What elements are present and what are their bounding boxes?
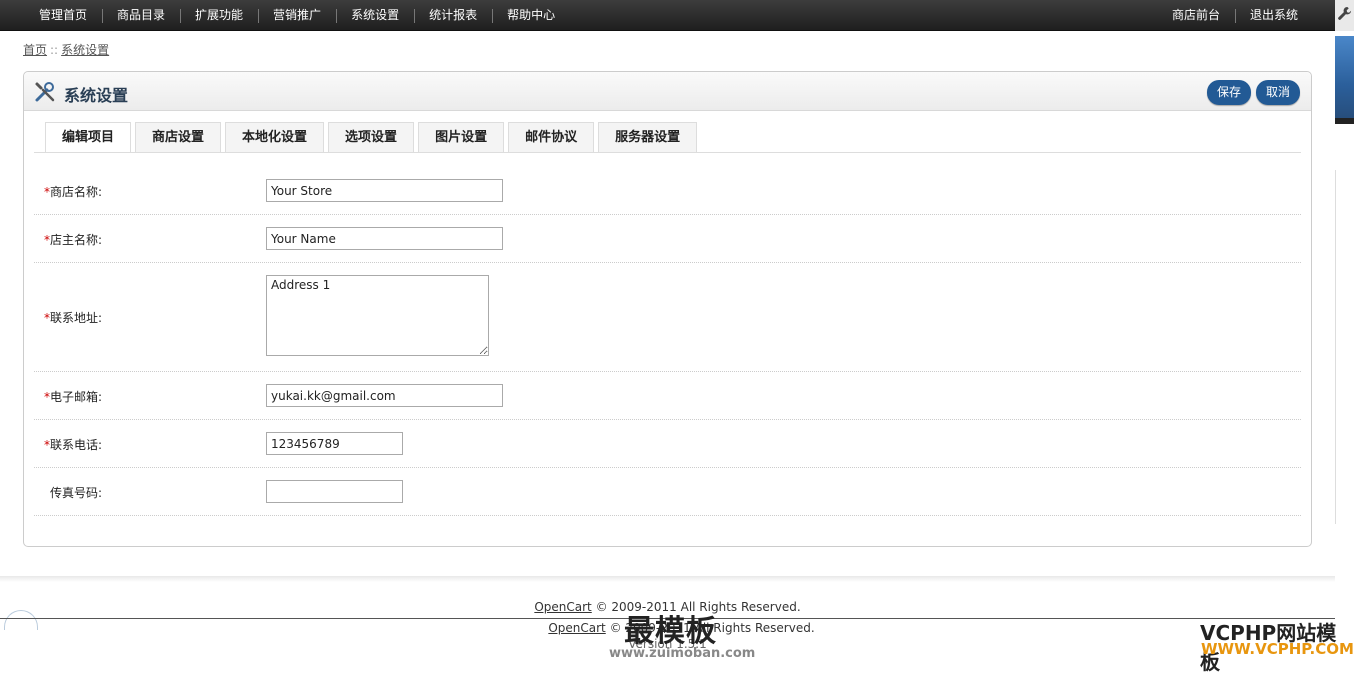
form-row-email: *电子邮箱: (34, 372, 1301, 420)
watermark-url: www.zuimoban.com (609, 646, 756, 661)
owner-label: *店主名称: (44, 233, 103, 247)
store-name-input[interactable] (266, 179, 503, 202)
watermark-logo: 最模板 (624, 614, 717, 649)
side-decoration (1335, 36, 1354, 124)
form-row-store-name: *商店名称: (34, 167, 1301, 215)
tab-bar: 编辑项目 商店设置 本地化设置 选项设置 图片设置 邮件协议 服务器设置 (45, 122, 701, 153)
tools-icon (35, 82, 55, 102)
phone-input[interactable] (266, 432, 403, 455)
breadcrumb-current[interactable]: 系统设置 (61, 43, 109, 57)
breadcrumb-separator: :: (50, 43, 59, 57)
nav-item-extensions[interactable]: 扩展功能 (180, 0, 258, 31)
nav-item-marketing[interactable]: 营销推广 (258, 0, 336, 31)
wrench-button[interactable] (1335, 0, 1354, 31)
address-textarea[interactable]: Address 1 (266, 275, 489, 356)
breadcrumb-home[interactable]: 首页 (23, 43, 47, 57)
fax-input[interactable] (266, 480, 403, 503)
top-nav-bar: 管理首页 商品目录 扩展功能 营销推广 系统设置 统计报表 帮助中心 商店前台 … (0, 0, 1335, 31)
tab-option[interactable]: 选项设置 (328, 122, 415, 152)
cancel-button[interactable]: 取消 (1256, 80, 1300, 105)
tab-image[interactable]: 图片设置 (418, 122, 505, 152)
breadcrumb: 首页:: 系统设置 (23, 41, 109, 58)
email-label: *电子邮箱: (44, 390, 103, 404)
form-row-address: *联系地址: Address 1 (34, 263, 1301, 372)
phone-label: *联系电话: (44, 438, 103, 452)
save-button[interactable]: 保存 (1207, 80, 1251, 105)
form-row-fax: 传真号码: (34, 468, 1301, 516)
footer-opencart-link[interactable]: OpenCart (534, 600, 591, 614)
footer-divider (0, 576, 1335, 582)
account-menu: 商店前台 退出系统 (1157, 0, 1313, 31)
form-row-owner: *店主名称: (34, 215, 1301, 263)
nav-item-logout[interactable]: 退出系统 (1234, 0, 1313, 31)
watermark-brand-url: WWW.VCPHP.COM (1201, 640, 1354, 658)
tab-server[interactable]: 服务器设置 (598, 122, 698, 152)
tab-local[interactable]: 本地化设置 (225, 122, 325, 152)
store-name-label: *商店名称: (44, 185, 103, 199)
email-input[interactable] (266, 384, 503, 407)
nav-item-reports[interactable]: 统计报表 (414, 0, 492, 31)
panel-header: 系统设置 保存 取消 (24, 72, 1311, 111)
tab-store[interactable]: 商店设置 (135, 122, 222, 152)
form-row-phone: *联系电话: (34, 420, 1301, 468)
owner-input[interactable] (266, 227, 503, 250)
wrench-icon (1338, 6, 1352, 20)
page-title: 系统设置 (64, 86, 129, 105)
tab-mail[interactable]: 邮件协议 (508, 122, 595, 152)
nav-item-dashboard[interactable]: 管理首页 (24, 0, 102, 31)
nav-item-storefront[interactable]: 商店前台 (1157, 0, 1235, 31)
tab-general[interactable]: 编辑项目 (45, 122, 132, 153)
address-label: *联系地址: (44, 311, 103, 325)
main-menu: 管理首页 商品目录 扩展功能 营销推广 系统设置 统计报表 帮助中心 (24, 0, 570, 31)
fax-label: 传真号码: (50, 486, 103, 500)
side-divider (1335, 170, 1354, 524)
nav-item-system[interactable]: 系统设置 (336, 0, 414, 31)
settings-panel: 系统设置 保存 取消 编辑项目 商店设置 本地化设置 选项设置 图片设置 邮件协… (23, 71, 1312, 547)
nav-item-help[interactable]: 帮助中心 (492, 0, 570, 31)
footer-opencart-link-2[interactable]: OpenCart (548, 621, 605, 635)
nav-item-catalog[interactable]: 商品目录 (102, 0, 180, 31)
tab-divider (34, 152, 1301, 153)
